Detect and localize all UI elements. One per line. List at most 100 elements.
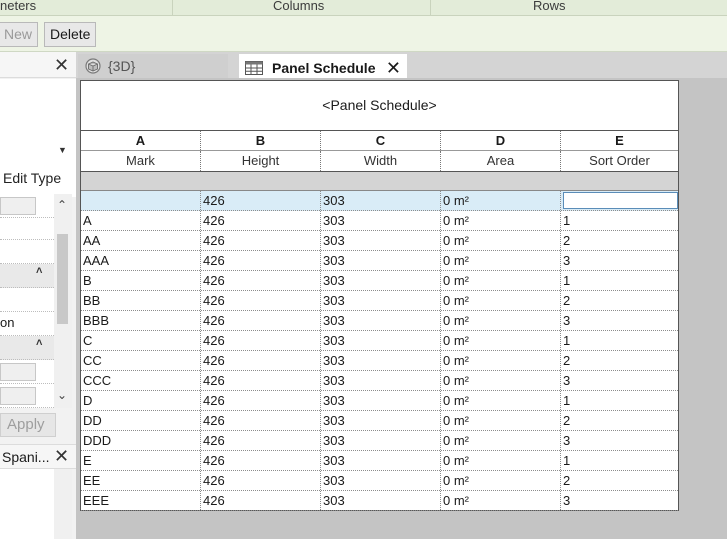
table-cell[interactable]: 426 <box>201 491 321 510</box>
table-row[interactable]: DDD 426 303 0 m² 3 <box>81 431 678 451</box>
dropdown-arrow-icon[interactable]: ▼ <box>58 145 67 155</box>
close-icon[interactable]: ✕ <box>386 56 401 80</box>
table-cell[interactable]: 1 <box>561 391 678 410</box>
column-letter[interactable]: B <box>201 131 321 150</box>
active-cell-input[interactable] <box>563 192 678 209</box>
table-cell[interactable]: BB <box>81 291 201 310</box>
table-cell[interactable]: 426 <box>201 331 321 350</box>
table-cell[interactable]: 303 <box>321 331 441 350</box>
property-row[interactable] <box>0 360 54 384</box>
table-cell[interactable]: 426 <box>201 271 321 290</box>
table-row[interactable]: CCC 426 303 0 m² 3 <box>81 371 678 391</box>
table-row[interactable]: CC 426 303 0 m² 2 <box>81 351 678 371</box>
table-cell[interactable]: AAA <box>81 251 201 270</box>
table-row[interactable]: C 426 303 0 m² 1 <box>81 331 678 351</box>
table-cell[interactable]: 303 <box>321 371 441 390</box>
property-row[interactable] <box>0 240 54 264</box>
column-header[interactable]: Area <box>441 151 561 171</box>
column-header[interactable]: Mark <box>81 151 201 171</box>
column-header[interactable]: Width <box>321 151 441 171</box>
table-cell[interactable]: 426 <box>201 291 321 310</box>
table-cell[interactable]: A <box>81 211 201 230</box>
table-cell[interactable]: 0 m² <box>441 391 561 410</box>
property-row[interactable] <box>0 384 54 408</box>
table-cell[interactable]: 303 <box>321 411 441 430</box>
table-cell[interactable]: 303 <box>321 291 441 310</box>
table-cell[interactable]: 3 <box>561 431 678 450</box>
table-row[interactable]: 426 303 0 m² <box>81 191 678 211</box>
table-cell[interactable]: 426 <box>201 431 321 450</box>
table-cell[interactable]: E <box>81 451 201 470</box>
properties-scrollbar[interactable]: ⌃ ⌄ <box>54 194 72 408</box>
table-cell[interactable]: 303 <box>321 211 441 230</box>
table-cell[interactable]: 426 <box>201 211 321 230</box>
property-row[interactable] <box>0 288 54 312</box>
table-cell[interactable]: 0 m² <box>441 311 561 330</box>
close-icon[interactable]: ✕ <box>54 54 69 76</box>
table-cell[interactable]: 303 <box>321 311 441 330</box>
table-row[interactable]: AAA 426 303 0 m² 3 <box>81 251 678 271</box>
table-cell[interactable]: 2 <box>561 471 678 490</box>
table-cell[interactable]: 303 <box>321 431 441 450</box>
table-cell[interactable]: 426 <box>201 251 321 270</box>
table-cell[interactable]: 0 m² <box>441 351 561 370</box>
scroll-down-icon[interactable]: ⌄ <box>57 388 67 402</box>
column-header[interactable]: Sort Order <box>561 151 678 171</box>
table-row[interactable]: EEE 426 303 0 m² 3 <box>81 491 678 511</box>
table-row[interactable]: EE 426 303 0 m² 2 <box>81 471 678 491</box>
table-cell[interactable]: 2 <box>561 351 678 370</box>
table-cell[interactable]: 426 <box>201 351 321 370</box>
table-cell[interactable]: 303 <box>321 471 441 490</box>
schedule-title[interactable]: <Panel Schedule> <box>81 81 678 131</box>
table-cell[interactable]: 426 <box>201 451 321 470</box>
table-cell[interactable]: 0 m² <box>441 431 561 450</box>
table-cell[interactable]: CC <box>81 351 201 370</box>
table-cell[interactable]: 303 <box>321 231 441 250</box>
table-row[interactable]: E 426 303 0 m² 1 <box>81 451 678 471</box>
table-cell[interactable]: 0 m² <box>441 191 561 210</box>
delete-button[interactable]: Delete <box>44 22 97 47</box>
table-cell[interactable]: 3 <box>561 371 678 390</box>
table-cell[interactable]: 3 <box>561 311 678 330</box>
tab-3d-view[interactable]: {3D} <box>78 54 228 78</box>
table-cell[interactable]: DD <box>81 411 201 430</box>
table-cell[interactable]: 0 m² <box>441 271 561 290</box>
table-cell[interactable]: 0 m² <box>441 411 561 430</box>
table-cell[interactable]: 2 <box>561 231 678 250</box>
table-cell[interactable]: 0 m² <box>441 291 561 310</box>
table-cell[interactable]: 303 <box>321 451 441 470</box>
property-row[interactable]: on <box>0 312 54 336</box>
table-cell[interactable]: 426 <box>201 231 321 250</box>
table-cell[interactable]: 426 <box>201 311 321 330</box>
column-letter[interactable]: C <box>321 131 441 150</box>
property-group-header[interactable]: ˄ <box>0 336 54 360</box>
table-cell[interactable]: 1 <box>561 271 678 290</box>
table-cell[interactable]: 426 <box>201 471 321 490</box>
table-row[interactable]: D 426 303 0 m² 1 <box>81 391 678 411</box>
collapse-icon[interactable]: ˄ <box>36 337 42 349</box>
table-row[interactable]: A 426 303 0 m² 1 <box>81 211 678 231</box>
table-cell[interactable]: EEE <box>81 491 201 510</box>
table-row[interactable]: AA 426 303 0 m² 2 <box>81 231 678 251</box>
table-row[interactable]: BBB 426 303 0 m² 3 <box>81 311 678 331</box>
table-cell[interactable]: B <box>81 271 201 290</box>
table-cell[interactable]: 426 <box>201 411 321 430</box>
project-browser-tree[interactable] <box>0 469 54 539</box>
property-row[interactable] <box>0 218 54 240</box>
table-cell[interactable]: AA <box>81 231 201 250</box>
property-row[interactable] <box>0 194 54 218</box>
table-cell[interactable]: 303 <box>321 251 441 270</box>
table-cell[interactable]: 0 m² <box>441 251 561 270</box>
table-cell[interactable]: 0 m² <box>441 491 561 510</box>
table-cell[interactable]: 2 <box>561 291 678 310</box>
table-cell[interactable]: 1 <box>561 331 678 350</box>
property-group-header[interactable]: ˄ <box>0 264 54 288</box>
table-cell[interactable]: 0 m² <box>441 471 561 490</box>
table-row[interactable]: B 426 303 0 m² 1 <box>81 271 678 291</box>
table-cell[interactable]: 0 m² <box>441 371 561 390</box>
table-cell[interactable]: 0 m² <box>441 331 561 350</box>
column-letter[interactable]: D <box>441 131 561 150</box>
table-cell[interactable]: 1 <box>561 451 678 470</box>
apply-button[interactable]: Apply <box>0 413 56 437</box>
table-cell[interactable]: 426 <box>201 371 321 390</box>
